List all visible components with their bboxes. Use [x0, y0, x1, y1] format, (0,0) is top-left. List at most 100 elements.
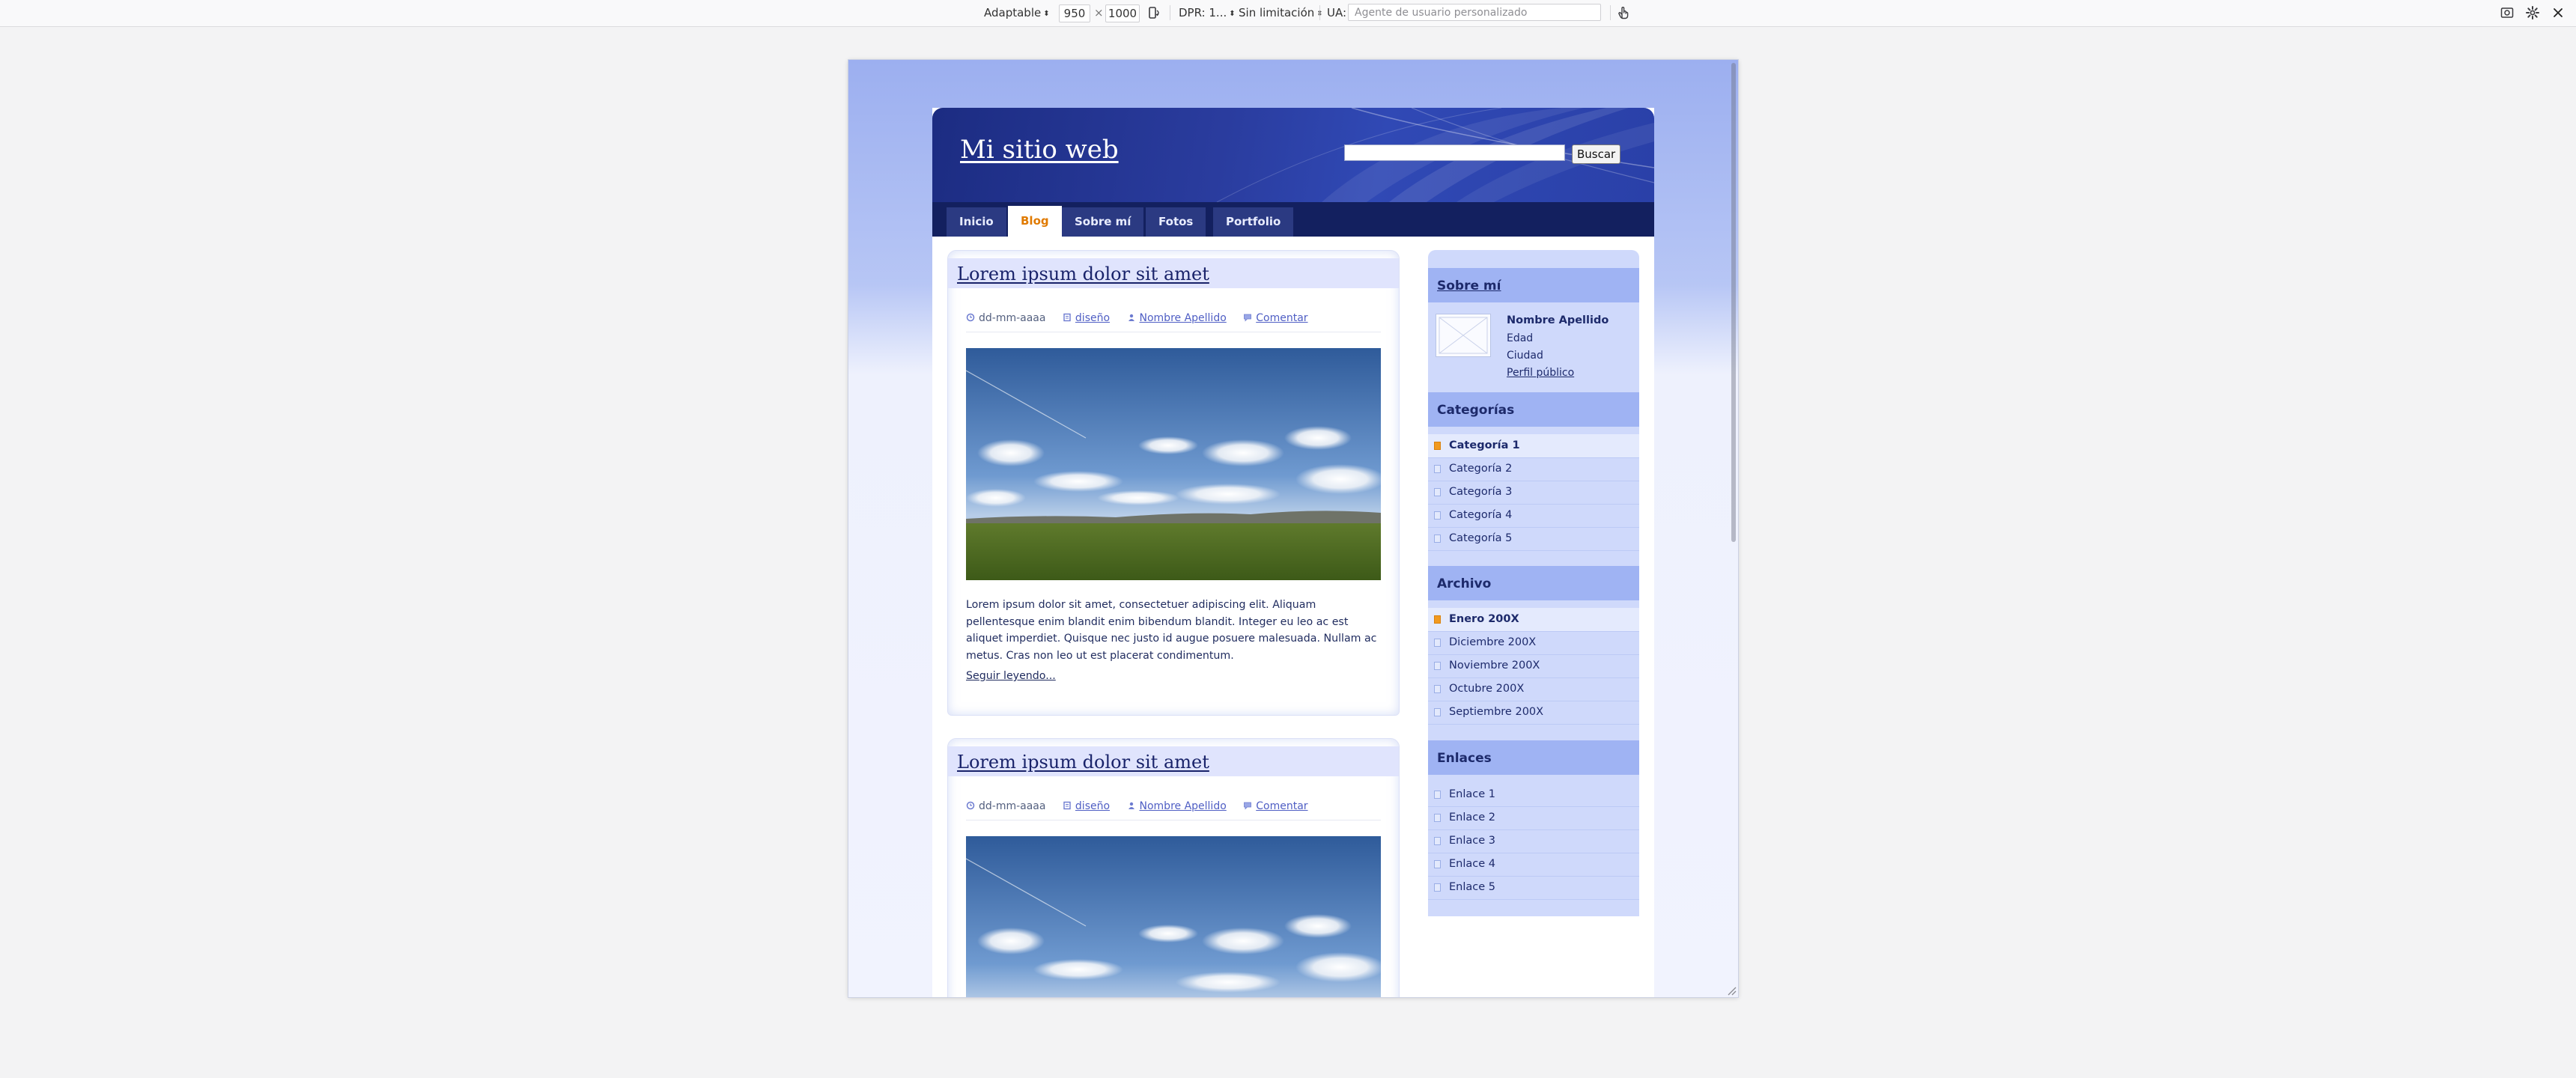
sidebar-item-archive-4[interactable]: Octubre 200X — [1428, 677, 1639, 701]
screenshot-icon[interactable] — [2500, 5, 2515, 20]
rotate-viewport-icon[interactable] — [1146, 5, 1161, 20]
sidebar-item-label: Enero 200X — [1449, 613, 1519, 625]
sidebar-item-archive-1[interactable]: Enero 200X — [1428, 608, 1639, 632]
folder-icon — [1063, 313, 1071, 322]
resize-handle-icon[interactable] — [1726, 985, 1737, 996]
sidebar-item-category-4[interactable]: Categoría 4 — [1428, 504, 1639, 528]
sidebar-item-link-2[interactable]: Enlace 2 — [1428, 806, 1639, 830]
archive-heading: Archivo — [1437, 576, 1492, 591]
search-input[interactable] — [1344, 144, 1565, 161]
sidebar-item-label: Noviembre 200X — [1449, 660, 1540, 672]
read-more-link[interactable]: Seguir leyendo... — [966, 670, 1056, 682]
sidebar-item-label: Categoría 4 — [1449, 509, 1513, 521]
feed-icon — [1434, 465, 1441, 473]
user-agent-label: UA: — [1327, 6, 1347, 19]
close-icon[interactable] — [2551, 5, 2566, 20]
comment-icon — [1244, 314, 1252, 322]
dpr-selector-label: DPR: 1... — [1179, 6, 1227, 19]
feed-icon — [1434, 860, 1441, 868]
profile-photo-placeholder — [1436, 314, 1491, 357]
public-profile-link[interactable]: Perfil público — [1507, 367, 1574, 379]
post-comment-link[interactable]: Comentar — [1256, 800, 1307, 812]
sidebar-item-archive-5[interactable]: Septiembre 200X — [1428, 701, 1639, 725]
network-throttling-label: Sin limitación — [1239, 6, 1315, 19]
feed-icon — [1434, 639, 1441, 647]
sidebar-item-label: Categoría 3 — [1449, 486, 1513, 498]
sidebar-item-link-3[interactable]: Enlace 3 — [1428, 829, 1639, 853]
sidebar-heading-links: Enlaces — [1428, 740, 1639, 775]
feed-icon — [1434, 814, 1441, 822]
device-selector[interactable]: Adaptable ⬍ — [981, 4, 1053, 21]
post-meta: dd-mm-aaaa diseño Nombre Apellido Coment… — [966, 800, 1322, 818]
sidebar-item-category-5[interactable]: Categoría 5 — [1428, 527, 1639, 551]
post-meta: dd-mm-aaaa diseño Nombre Apellido Coment… — [966, 312, 1322, 330]
nav-tab-sobre-mi[interactable]: Sobre mí — [1062, 207, 1144, 237]
viewport-height-input[interactable]: 1000 — [1105, 4, 1140, 22]
sidebar-heading-categories: Categorías — [1428, 392, 1639, 427]
user-agent-input[interactable]: Agente de usuario personalizado — [1348, 4, 1601, 21]
sidebar-item-archive-2[interactable]: Diciembre 200X — [1428, 631, 1639, 655]
dimension-separator: × — [1094, 6, 1104, 19]
post-date: dd-mm-aaaa — [979, 800, 1046, 812]
sidebar-item-label: Septiembre 200X — [1449, 706, 1544, 718]
post-title-link[interactable]: Lorem ipsum dolor sit amet — [957, 264, 1209, 284]
post-author-link[interactable]: Nombre Apellido — [1140, 800, 1227, 812]
dpr-selector[interactable]: DPR: 1... ⬍ — [1176, 4, 1239, 21]
network-throttling-selector[interactable]: Sin limitación⬍ — [1236, 4, 1326, 21]
sidebar-item-label: Diciembre 200X — [1449, 636, 1537, 648]
user-icon — [1128, 314, 1134, 321]
toolbar-divider — [1319, 5, 1320, 20]
sidebar-item-label: Categoría 2 — [1449, 463, 1513, 475]
user-icon — [1128, 802, 1134, 809]
post-image-landscape — [966, 836, 1381, 997]
sidebar-item-category-3[interactable]: Categoría 3 — [1428, 481, 1639, 505]
sidebar-item-label: Octubre 200X — [1449, 683, 1525, 695]
post-date: dd-mm-aaaa — [979, 312, 1046, 324]
sidebar-item-link-1[interactable]: Enlace 1 — [1428, 783, 1639, 807]
search-button[interactable]: Buscar — [1572, 144, 1621, 164]
post-image-landscape — [966, 348, 1381, 580]
sidebar-item-category-1[interactable]: Categoría 1 — [1428, 434, 1639, 458]
nav-tab-portfolio[interactable]: Portfolio — [1213, 207, 1294, 237]
sidebar-item-label: Enlace 1 — [1449, 788, 1495, 800]
site-title-link[interactable]: Mi sitio web — [960, 135, 1119, 165]
viewport-width-input[interactable]: 950 — [1059, 4, 1090, 22]
profile-city: Ciudad — [1507, 350, 1543, 362]
categories-heading: Categorías — [1437, 403, 1515, 418]
comment-icon — [1244, 802, 1252, 810]
responsive-design-toolbar: Adaptable ⬍ 950 × 1000 DPR: 1... ⬍ Sin lim… — [0, 0, 2576, 27]
post-title-link[interactable]: Lorem ipsum dolor sit amet — [957, 752, 1209, 773]
post-comment-link[interactable]: Comentar — [1256, 312, 1307, 324]
toolbar-divider — [1610, 5, 1611, 20]
sidebar-item-link-4[interactable]: Enlace 4 — [1428, 853, 1639, 877]
sidebar-heading-about: Sobre mí — [1428, 268, 1639, 302]
about-heading-link[interactable]: Sobre mí — [1437, 278, 1501, 293]
feed-icon — [1434, 511, 1441, 520]
feed-icon — [1434, 442, 1441, 450]
sidebar-item-link-5[interactable]: Enlace 5 — [1428, 876, 1639, 900]
post-category-link[interactable]: diseño — [1075, 312, 1110, 324]
sidebar-item-archive-3[interactable]: Noviembre 200X — [1428, 654, 1639, 678]
nav-tab-fotos[interactable]: Fotos — [1146, 207, 1206, 237]
sidebar-item-category-2[interactable]: Categoría 2 — [1428, 457, 1639, 481]
device-selector-label: Adaptable — [984, 6, 1042, 19]
post-author-link[interactable]: Nombre Apellido — [1140, 312, 1227, 324]
sidebar-heading-archive: Archivo — [1428, 566, 1639, 600]
clock-icon — [966, 801, 975, 810]
post-excerpt: Lorem ipsum dolor sit amet, consectetuer… — [966, 599, 1377, 662]
feed-icon — [1434, 535, 1441, 543]
website-page: Mi sitio web Buscar Inicio Blog Sobre mí… — [932, 108, 1654, 997]
nav-tab-blog[interactable]: Blog — [1008, 206, 1062, 237]
feed-icon — [1434, 685, 1441, 693]
sidebar-item-label: Categoría 1 — [1449, 439, 1520, 451]
nav-tab-inicio[interactable]: Inicio — [947, 207, 1006, 237]
post-category-link[interactable]: diseño — [1075, 800, 1110, 812]
sidebar-item-label: Categoría 5 — [1449, 532, 1513, 544]
viewport-scrollbar[interactable] — [1731, 63, 1736, 542]
clock-icon — [966, 313, 975, 322]
settings-gear-icon[interactable] — [2525, 5, 2540, 20]
sidebar-item-label: Enlace 5 — [1449, 881, 1495, 893]
main-navigation: Inicio Blog Sobre mí Fotos Portfolio — [932, 202, 1654, 237]
touch-simulation-icon[interactable] — [1616, 5, 1631, 20]
folder-icon — [1063, 801, 1071, 810]
